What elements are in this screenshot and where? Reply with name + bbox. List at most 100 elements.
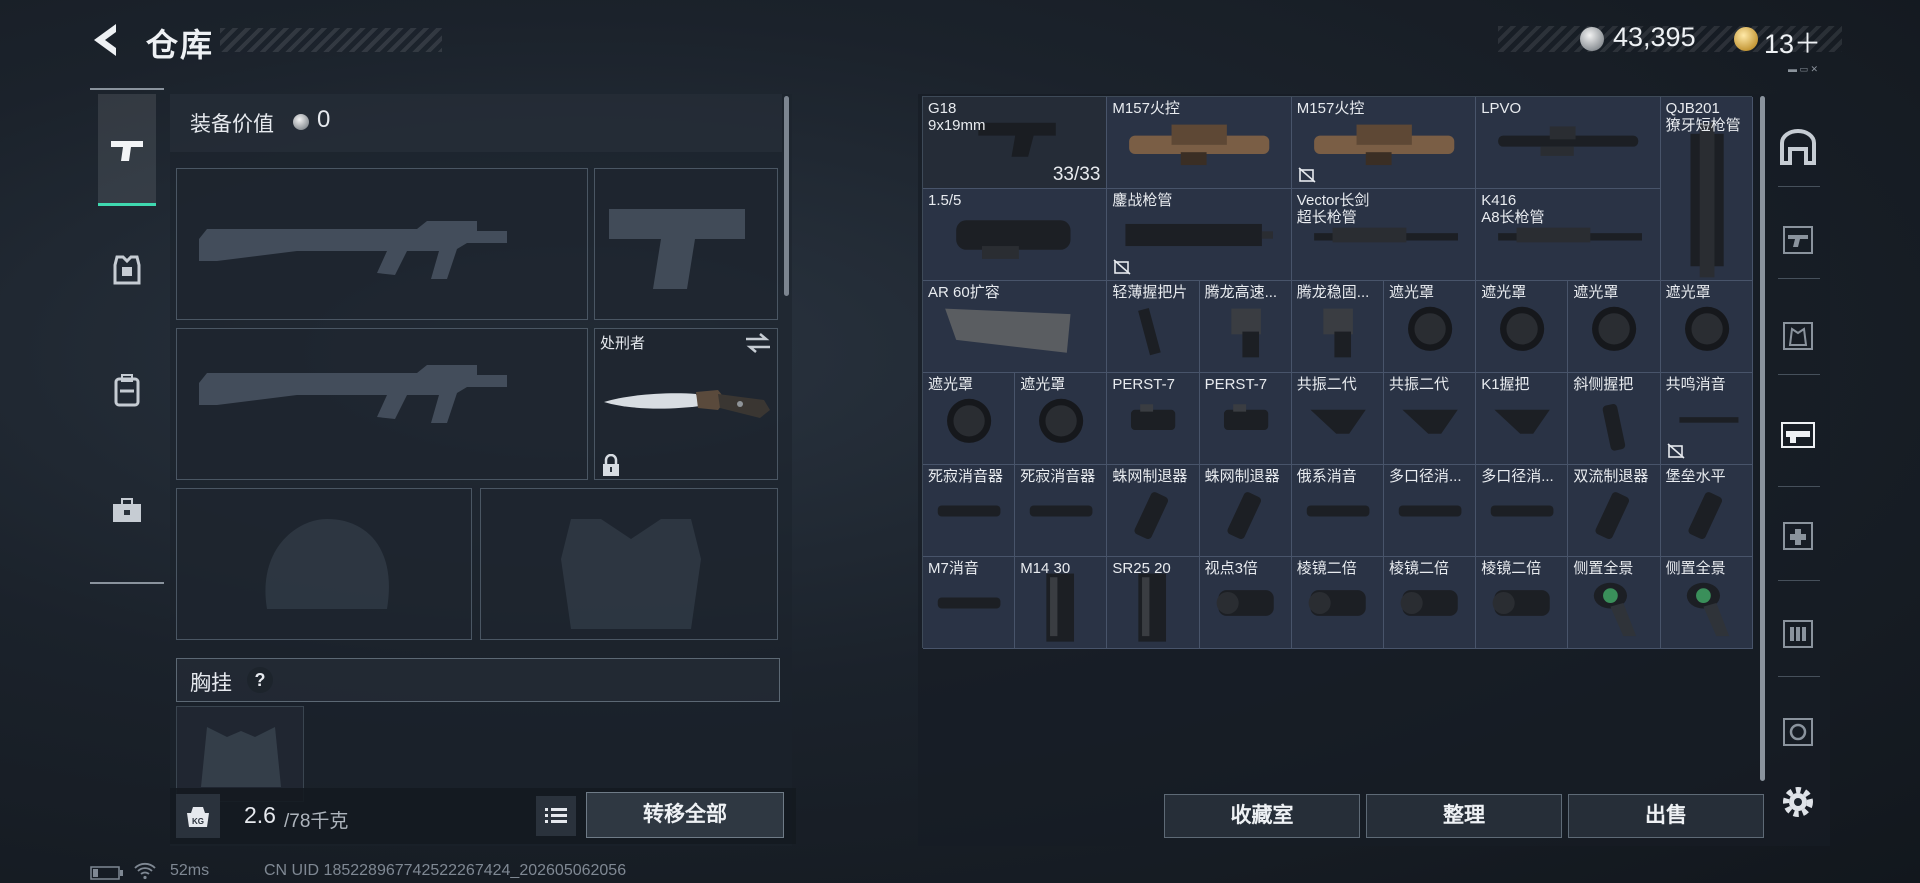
rnav-all[interactable] [1770,116,1826,178]
storage-item[interactable]: 轻薄握把片 [1107,281,1200,373]
storage-item[interactable]: 腾龙稳固... [1291,281,1384,373]
storage-item[interactable]: 遮光罩 [1015,373,1108,465]
nav-weapons[interactable] [98,94,156,206]
primary-weapon-slot[interactable] [176,168,588,320]
storage-item[interactable]: M7消音 [923,557,1016,649]
rnav-ammo[interactable] [1770,602,1826,664]
swap-icon[interactable] [744,331,772,355]
storage-item[interactable]: 蛛网制退器 [1199,465,1292,557]
storage-item-name: 遮光罩 [1665,284,1711,301]
storage-item[interactable]: LPVO [1476,97,1661,189]
secondary-weapon-slot[interactable] [176,328,588,480]
storage-item[interactable]: 俄系消音 [1291,465,1384,557]
armor-slot[interactable] [480,488,778,640]
storage-item[interactable]: AR 60扩容 [923,281,1108,373]
storage-item[interactable]: 多口径消... [1384,465,1477,557]
storage-item[interactable]: 腾龙高速... [1199,281,1292,373]
rnav-misc[interactable] [1770,700,1826,762]
nav-backpack[interactable] [98,334,156,446]
storage-item[interactable]: 遮光罩 [923,373,1016,465]
chest-rig-label: 胸挂 [190,672,232,695]
storage-item[interactable]: 共振二代 [1384,373,1477,465]
storage-item-name: 共振二代 [1296,376,1357,393]
equipment-value-label: 装备价值 [190,113,274,136]
unmodifiable-icon [1113,259,1131,275]
list-icon [545,808,567,823]
pistol-silhouette-icon [609,209,745,289]
storage-item[interactable]: 1.5/5 [923,189,1108,281]
storage-item-name: 蛛网制退器 [1112,468,1188,485]
divider [1778,186,1820,187]
unmodifiable-icon [1298,167,1316,183]
storage-item[interactable]: 视点3倍 [1199,557,1292,649]
storage-item[interactable]: 斜侧握把 [1568,373,1661,465]
storage-item[interactable]: 遮光罩 [1476,281,1569,373]
title-decoration [220,28,442,52]
rnav-attachments[interactable] [1770,404,1826,466]
window-controls-text: ▬ ▭ ✕ [1788,64,1819,74]
gold-currency-value[interactable]: 13＋ [1764,22,1821,61]
storage-item[interactable]: K1握把 [1476,373,1569,465]
sort-button[interactable]: 整理 [1366,794,1562,838]
nav-toolbox[interactable] [98,454,156,566]
storage-item[interactable]: 遮光罩 [1384,281,1477,373]
rnav-weapons[interactable] [1770,208,1826,270]
storage-item[interactable]: 棱镜二倍 [1384,557,1477,649]
storage-item[interactable]: PERST-7 [1199,373,1292,465]
storage-item[interactable]: 死寂消音器 [923,465,1016,557]
helmet-slot[interactable] [176,488,472,640]
helmet-silhouette-icon [265,519,389,609]
storage-item-name: 遮光罩 [1389,284,1435,301]
storage-item[interactable]: 多口径消... [1476,465,1569,557]
page-title: 仓库 [146,27,215,63]
storage-item-name: SR25 20 [1112,560,1171,577]
storage-item[interactable]: M157火控 [1291,97,1477,189]
storage-scrollbar[interactable] [1760,96,1765,781]
player-uid: CN UID 185228967742522267424_20260506205… [264,862,627,879]
storage-item-name: 轻薄握把片 [1112,284,1188,301]
storage-item[interactable]: 棱镜二倍 [1291,557,1384,649]
storage-item[interactable]: 遮光罩 [1568,281,1661,373]
storage-item[interactable]: 棱镜二倍 [1476,557,1569,649]
storage-item[interactable]: 侧置全景 [1568,557,1661,649]
storage-item[interactable]: 共振二代 [1291,373,1384,465]
storage-item[interactable]: QJB201 獠牙短枪管 [1660,97,1753,281]
battery-icon [90,866,123,880]
storage-item[interactable]: K416 A8长枪管 [1476,189,1661,281]
storage-item[interactable]: 遮光罩 [1660,281,1753,373]
storage-item[interactable]: 双流制退器 [1568,465,1661,557]
transfer-all-button[interactable]: 转移全部 [586,792,784,838]
list-view-button[interactable] [536,796,576,836]
collection-button[interactable]: 收藏室 [1164,794,1360,838]
sell-button[interactable]: 出售 [1568,794,1764,838]
storage-item[interactable]: 蛛网制退器 [1107,465,1200,557]
rnav-equipment[interactable] [1770,304,1826,366]
storage-item[interactable]: 堡垒水平 [1660,465,1753,557]
help-icon[interactable]: ? [247,667,273,693]
storage-item[interactable]: 死寂消音器 [1015,465,1108,557]
storage-item[interactable]: 共鸣消音 [1660,373,1753,465]
sidearm-slot[interactable] [594,168,778,320]
storage-item[interactable]: M157火控 [1107,97,1292,189]
storage-item[interactable]: Vector长剑 超长枪管 [1291,189,1477,281]
armor-icon [113,255,141,285]
storage-item[interactable]: 鏖战枪管 [1107,189,1292,281]
storage-item[interactable]: 侧置全景 [1660,557,1753,649]
storage-item[interactable]: SR25 20 [1107,557,1200,649]
storage-item-name: 棱镜二倍 [1296,560,1357,577]
storage-item-name: AR 60扩容 [928,284,1000,301]
backpack-icon [114,374,140,407]
settings-gear-icon[interactable] [1776,780,1820,824]
storage-item[interactable]: PERST-7 [1107,373,1200,465]
storage-item-name: Vector长剑 超长枪管 [1296,192,1370,226]
back-button[interactable] [88,20,124,60]
loadout-scrollbar[interactable] [784,96,789,296]
vest-silhouette-icon [561,519,701,629]
divider [1778,580,1820,581]
storage-item[interactable]: G18 9x19mm 33/33 [923,97,1108,189]
nav-armor[interactable] [98,214,156,326]
storage-item[interactable]: M14 30 [1015,557,1108,649]
divider [1778,278,1820,279]
storage-item-name: 共振二代 [1389,376,1450,393]
rnav-medical[interactable] [1770,504,1826,566]
